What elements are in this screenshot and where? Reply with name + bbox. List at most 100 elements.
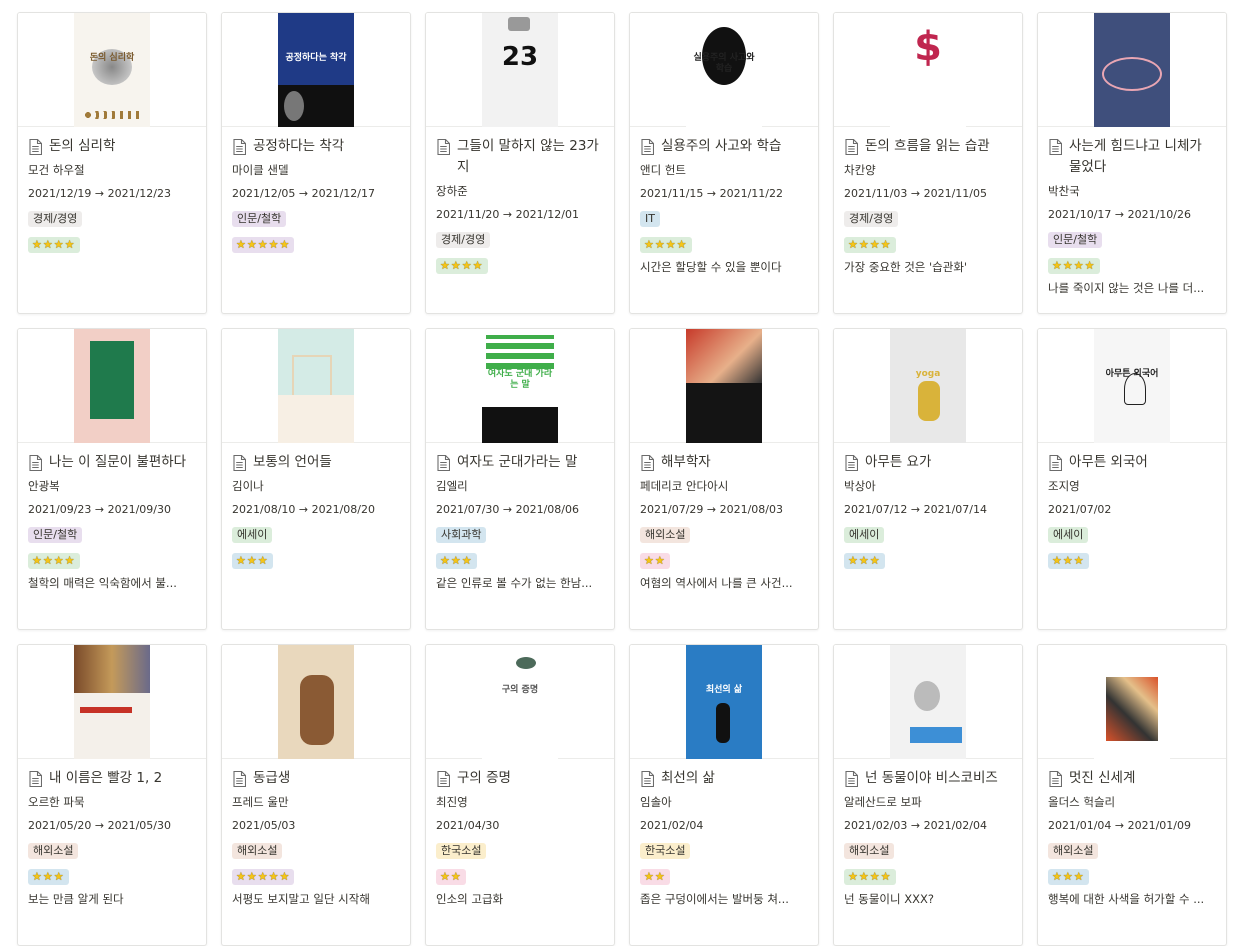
card-title[interactable]: 돈의 흐름을 읽는 습관 (844, 136, 1012, 157)
gallery-card[interactable]: 구의 증명 구의 증명 최진영 2021/04/30 한국소설 ★★ 인소의 고… (425, 644, 615, 946)
read-date: 2021/09/23 → 2021/09/30 (28, 503, 172, 516)
quote-text: 나를 죽이지 않는 것은 나를 더... (1048, 281, 1205, 295)
card-title[interactable]: 최선의 삶 (640, 768, 808, 789)
card-title[interactable]: 넌 동물이야 비스코비즈 (844, 768, 1012, 789)
book-cover-image (890, 645, 966, 759)
quote-text: 좁은 구덩이에서는 발버둥 쳐... (640, 892, 789, 906)
star-icon: ★ (53, 554, 65, 567)
card-title[interactable]: 해부학자 (640, 452, 808, 473)
category-tag: 경제/경영 (28, 211, 83, 227)
gallery-card[interactable]: 사는게 힘드냐고 니체가 물었다 박찬국 2021/10/17 → 2021/1… (1037, 12, 1227, 314)
doc-icon (29, 139, 42, 155)
card-title-text: 사는게 힘드냐고 니체가 물었다 (1069, 138, 1202, 175)
gallery-card[interactable]: 내 이름은 빨강 1, 2 오르한 파묵 2021/05/20 → 2021/0… (17, 644, 207, 946)
gallery-card[interactable]: 공정하다는 착각 공정하다는 착각 마이클 샌델 2021/12/05 → 20… (221, 12, 411, 314)
read-date: 2021/07/02 (1048, 503, 1112, 516)
star-icon: ★ (869, 238, 881, 251)
card-title[interactable]: 구의 증명 (436, 768, 604, 789)
quote-text: 철학의 매력은 익숙함에서 불... (28, 576, 177, 590)
gallery-card[interactable]: 나는 이 질문이 불편하다 안광복 2021/09/23 → 2021/09/3… (17, 328, 207, 630)
star-icon: ★ (644, 554, 655, 567)
star-icon: ★ (440, 554, 451, 567)
gallery-card[interactable]: $ 돈의 흐름을 읽는 습관 차칸양 2021/11/03 → 2021/11/… (833, 12, 1023, 314)
card-title[interactable]: 실용주의 사고와 학습 (640, 136, 808, 157)
doc-icon (1049, 139, 1062, 155)
card-title[interactable]: 보통의 언어들 (232, 452, 400, 473)
book-cover-image: 23 (482, 13, 558, 127)
category-tag: 한국소설 (436, 843, 487, 859)
doc-icon (233, 771, 246, 787)
card-title[interactable]: 여자도 군대가라는 말 (436, 452, 604, 473)
doc-icon (29, 455, 42, 471)
card-title[interactable]: 아무튼 외국어 (1048, 452, 1216, 473)
star-icon: ★ (440, 259, 451, 272)
rating-stars: ★★★★★ (232, 237, 295, 253)
card-title[interactable]: 나는 이 질문이 불편하다 (28, 452, 196, 473)
author: 프레드 울만 (232, 795, 289, 809)
book-cover-image: 최선의 삶 (686, 645, 762, 759)
rating-stars: ★★★ (232, 553, 273, 569)
read-date: 2021/07/30 → 2021/08/06 (436, 503, 580, 516)
card-title[interactable]: 내 이름은 빨강 1, 2 (28, 768, 196, 789)
card-title[interactable]: 그들이 말하지 않는 23가지 (436, 136, 604, 178)
card-title[interactable]: 아무튼 요가 (844, 452, 1012, 473)
card-cover (1038, 13, 1226, 127)
star-icon: ★ (1084, 259, 1096, 272)
star-icon: ★ (1052, 870, 1063, 883)
star-icon: ★ (848, 238, 859, 251)
gallery-grid: 돈의 심리학 돈의 심리학 모건 하우절 2021/12/19 → 2021/1… (17, 12, 1227, 946)
card-cover (1038, 645, 1226, 759)
author: 박찬국 (1048, 184, 1080, 198)
gallery-card[interactable]: 돈의 심리학 돈의 심리학 모건 하우절 2021/12/19 → 2021/1… (17, 12, 207, 314)
star-icon: ★ (1073, 870, 1085, 883)
category-tag: 에세이 (232, 527, 273, 543)
rating-stars: ★★★ (844, 553, 885, 569)
quote-text: 행복에 대한 사색을 허가할 수 ... (1048, 892, 1205, 906)
gallery-card[interactable]: 실용주의 사고와 학습 실용주의 사고와 학습 앤디 헌트 2021/11/15… (629, 12, 819, 314)
doc-icon (29, 771, 42, 787)
card-properties: 동급생 프레드 울만 2021/05/03 해외소설 ★★★★★ 서평도 보지말… (222, 759, 410, 907)
card-cover (630, 329, 818, 443)
gallery-card[interactable]: 동급생 프레드 울만 2021/05/03 해외소설 ★★★★★ 서평도 보지말… (221, 644, 411, 946)
card-title[interactable]: 공정하다는 착각 (232, 136, 400, 157)
card-properties: 나는 이 질문이 불편하다 안광복 2021/09/23 → 2021/09/3… (18, 443, 206, 591)
star-icon: ★ (32, 238, 43, 251)
star-icon: ★ (32, 554, 43, 567)
doc-icon (233, 455, 246, 471)
star-icon: ★ (676, 238, 688, 251)
card-title-text: 아무튼 외국어 (1069, 454, 1148, 470)
gallery-card[interactable]: 아무튼 외국어 아무튼 외국어 조지영 2021/07/02 에세이 ★★★ (1037, 328, 1227, 630)
gallery-card[interactable]: 23 그들이 말하지 않는 23가지 장하준 2021/11/20 → 2021… (425, 12, 615, 314)
star-icon: ★ (665, 238, 677, 251)
gallery-card[interactable]: 최선의 삶 최선의 삶 임솔아 2021/02/04 한국소설 ★★ 좁은 구덩… (629, 644, 819, 946)
gallery-card[interactable]: yoga 아무튼 요가 박상아 2021/07/12 → 2021/07/14 … (833, 328, 1023, 630)
rating-stars: ★★★ (1048, 553, 1089, 569)
card-title[interactable]: 멋진 신세계 (1048, 768, 1216, 789)
gallery-card[interactable]: 여자도 군대 가라는 말 여자도 군대가라는 말 김엘리 2021/07/30 … (425, 328, 615, 630)
rating-stars: ★★★★ (844, 869, 896, 885)
doc-icon (845, 455, 858, 471)
gallery-card[interactable]: 넌 동물이야 비스코비즈 알레산드로 보파 2021/02/03 → 2021/… (833, 644, 1023, 946)
book-cover-image (686, 329, 762, 443)
author: 페데리코 안다아시 (640, 479, 729, 493)
card-properties: 돈의 심리학 모건 하우절 2021/12/19 → 2021/12/23 경제… (18, 127, 206, 259)
category-tag: 해외소설 (844, 843, 895, 859)
card-title[interactable]: 사는게 힘드냐고 니체가 물었다 (1048, 136, 1216, 178)
star-icon: ★ (42, 554, 54, 567)
card-title[interactable]: 돈의 심리학 (28, 136, 196, 157)
rating-stars: ★★★★ (28, 237, 80, 253)
card-title[interactable]: 동급생 (232, 768, 400, 789)
star-icon: ★ (858, 238, 870, 251)
star-icon: ★ (236, 238, 247, 251)
gallery-card[interactable]: 해부학자 페데리코 안다아시 2021/07/29 → 2021/08/03 해… (629, 328, 819, 630)
card-properties: 여자도 군대가라는 말 김엘리 2021/07/30 → 2021/08/06 … (426, 443, 614, 591)
gallery-card[interactable]: 보통의 언어들 김이나 2021/08/10 → 2021/08/20 에세이 … (221, 328, 411, 630)
gallery-card[interactable]: 멋진 신세계 올더스 헉슬리 2021/01/04 → 2021/01/09 해… (1037, 644, 1227, 946)
star-icon: ★ (268, 238, 280, 251)
card-title-text: 공정하다는 착각 (253, 138, 345, 154)
star-icon: ★ (42, 238, 54, 251)
quote-text: 서평도 보지말고 일단 시작해 (232, 892, 370, 906)
card-cover: 구의 증명 (426, 645, 614, 759)
card-cover: $ (834, 13, 1022, 127)
star-icon: ★ (279, 238, 291, 251)
